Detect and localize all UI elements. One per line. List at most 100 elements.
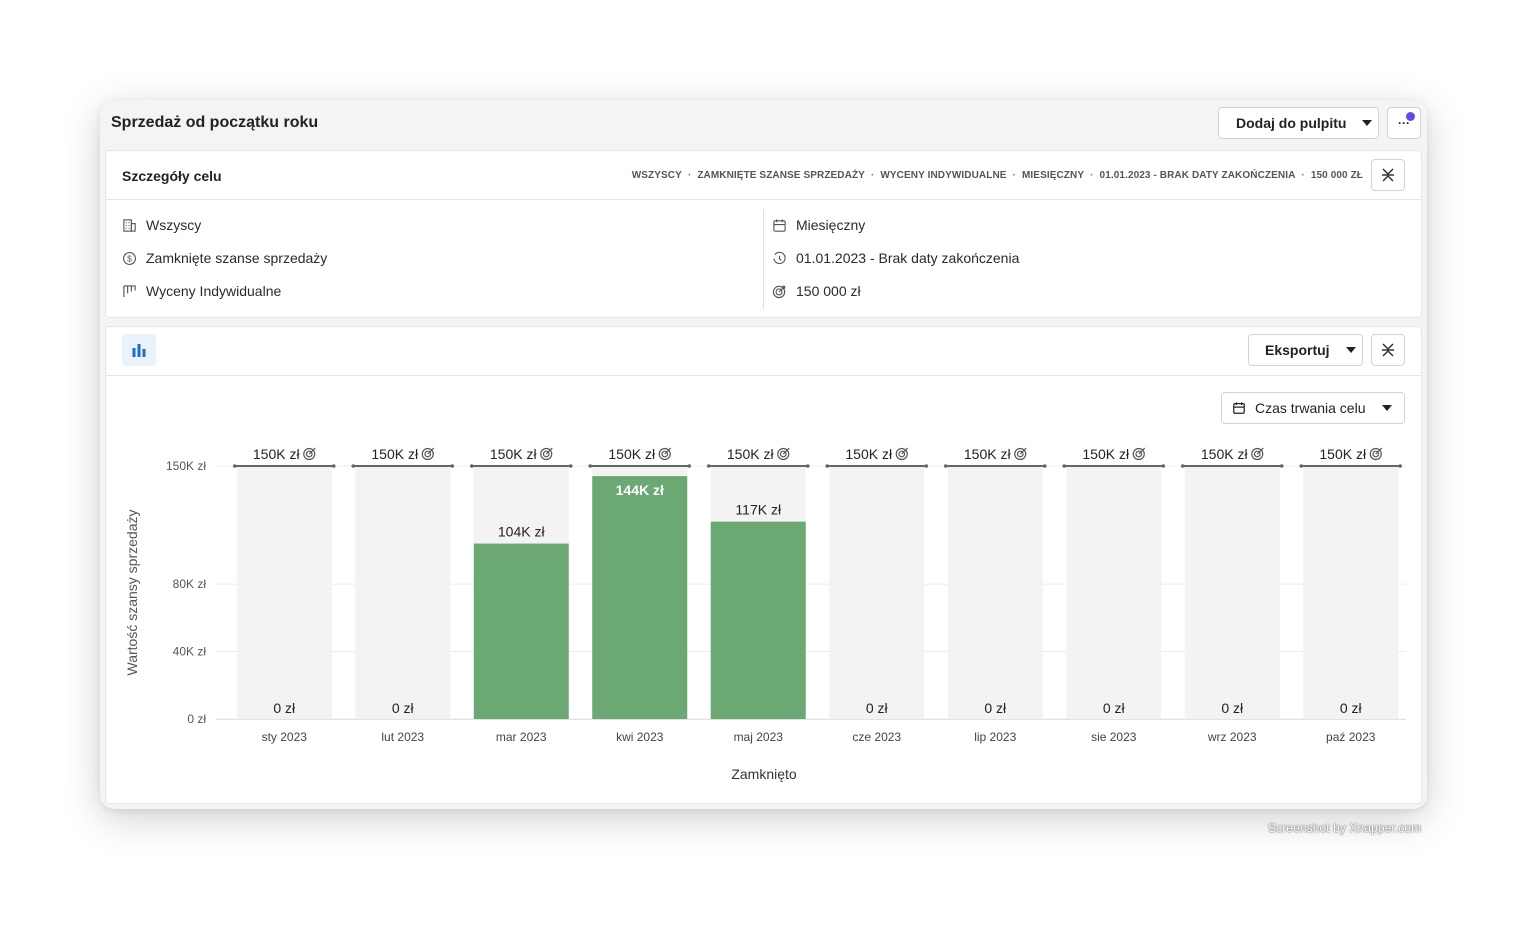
- chevron-down-icon: [1362, 120, 1373, 126]
- detail-type: $ Zamknięte szanse sprzedaży: [122, 250, 327, 266]
- bar-background: [236, 466, 332, 719]
- goal-line-cap: [1062, 464, 1067, 468]
- bar-value-label: 0 zł: [392, 700, 415, 716]
- detail-pipeline-label: Wyceny Indywidualne: [146, 283, 282, 299]
- goal-line-cap: [331, 464, 336, 468]
- goal-label: 150K zł: [1082, 446, 1130, 462]
- more-options-button[interactable]: ···: [1387, 107, 1421, 139]
- bar-background: [1066, 466, 1162, 719]
- goal-details-title: Szczegóły celu: [122, 168, 222, 184]
- summary-pipeline: WYCENY INDYWIDUALNE: [880, 170, 1007, 181]
- collapse-details-button[interactable]: [1371, 159, 1405, 191]
- pipeline-icon: [123, 284, 136, 297]
- goal-label: 150K zł: [727, 446, 775, 462]
- detail-interval: Miesięczny: [772, 217, 865, 233]
- x-axis-title: Zamknięto: [731, 766, 797, 782]
- goal-line-cap: [687, 464, 692, 468]
- period-select[interactable]: Czas trwania celu: [1221, 392, 1405, 424]
- bar-background: [829, 466, 925, 719]
- bar-value-label: 0 zł: [1340, 700, 1363, 716]
- summary-assignee: WSZYSCY: [631, 170, 682, 181]
- summary-period: 01.01.2023 - BRAK DATY ZAKOŃCZENIA: [1099, 170, 1296, 181]
- x-tick-label: kwi 2023: [616, 730, 664, 744]
- detail-assignee: Wszyscy: [122, 217, 201, 233]
- goal-line-cap: [351, 464, 356, 468]
- building-icon: [123, 218, 136, 232]
- goal-line-cap: [568, 464, 573, 468]
- x-tick-label: lip 2023: [974, 730, 1016, 744]
- goal-label: 150K zł: [964, 446, 1012, 462]
- y-tick-label: 0 zł: [187, 712, 206, 726]
- goal-line-cap: [805, 464, 810, 468]
- goal-line-cap: [924, 464, 929, 468]
- x-tick-label: maj 2023: [734, 730, 784, 744]
- bar-value-label: 0 zł: [984, 700, 1007, 716]
- add-to-dashboard-button[interactable]: Dodaj do pulpitu: [1218, 107, 1379, 139]
- export-button[interactable]: Eksportuj: [1248, 334, 1363, 366]
- bar-value-label: 0 zł: [1221, 700, 1244, 716]
- detail-target-label: 150 000 zł: [796, 283, 861, 299]
- y-tick-label: 80K zł: [173, 577, 207, 591]
- dollar-circle-icon: $: [123, 251, 136, 265]
- summary-type: ZAMKNIĘTE SZANSE SPRZEDAŻY: [697, 170, 865, 181]
- goal-label: 150K zł: [845, 446, 893, 462]
- goal-line-cap: [1161, 464, 1166, 468]
- goal-label: 150K zł: [253, 446, 301, 462]
- goal-summary: WSZYSCY · ZAMKNIĘTE SZANSE SPRZEDAŻY · WYC…: [631, 170, 1363, 181]
- bar-value-label: 0 zł: [273, 700, 296, 716]
- detail-period: 01.01.2023 - Brak daty zakończenia: [772, 250, 1019, 266]
- y-axis-title: Wartość szansy sprzedaży: [124, 510, 140, 676]
- y-tick-label: 150K zł: [166, 459, 206, 473]
- chevron-down-icon: [1345, 347, 1356, 353]
- bar: [592, 476, 688, 719]
- goal-line-cap: [588, 464, 593, 468]
- goal-line-cap: [1180, 464, 1185, 468]
- x-tick-label: wrz 2023: [1207, 730, 1257, 744]
- watermark: Screenshot by Xnapper.com: [1268, 821, 1422, 835]
- x-tick-label: cze 2023: [852, 730, 901, 744]
- goal-details-card: Szczegóły celu WSZYSCY · ZAMKNIĘTE SZANSE…: [105, 150, 1422, 318]
- sales-chart: 0 zł 40K zł 80K zł 150K zł Wartość szansy sp…: [124, 446, 1406, 782]
- goal-label: 150K zł: [371, 446, 419, 462]
- x-tick-label: sty 2023: [262, 730, 308, 744]
- bar-chart-view-button[interactable]: [122, 334, 156, 366]
- history-icon: [773, 251, 786, 264]
- detail-pipeline: Wyceny Indywidualne: [122, 283, 281, 299]
- goal-label: 150K zł: [608, 446, 656, 462]
- bar-background: [947, 466, 1043, 719]
- goal-line-cap: [943, 464, 948, 468]
- detail-interval-label: Miesięczny: [796, 217, 866, 233]
- bar-value-label: 104K zł: [498, 524, 546, 540]
- calendar-icon: [773, 218, 786, 232]
- goal-label: 150K zł: [1319, 446, 1367, 462]
- summary-target: 150 000 ZŁ: [1310, 170, 1363, 181]
- bar-value-label: 0 zł: [866, 700, 889, 716]
- bar-background: [1184, 466, 1280, 719]
- x-tick-label: paź 2023: [1326, 730, 1376, 744]
- collapse-chart-button[interactable]: [1371, 334, 1405, 366]
- calendar-icon: [1233, 402, 1245, 414]
- bar-value-label: 0 zł: [1103, 700, 1126, 716]
- goal-line-cap: [1279, 464, 1284, 468]
- bar: [473, 543, 569, 719]
- goal-label: 150K zł: [1201, 446, 1249, 462]
- export-label: Eksportuj: [1265, 342, 1330, 358]
- goal-line-cap: [469, 464, 474, 468]
- bar-value-label: 144K zł: [616, 482, 664, 498]
- x-tick-label: sie 2023: [1091, 730, 1137, 744]
- x-tick-label: lut 2023: [381, 730, 424, 744]
- page-title: Sprzedaż od początku roku: [111, 114, 319, 131]
- details-divider: [763, 209, 764, 309]
- period-select-label: Czas trwania celu: [1255, 400, 1366, 416]
- collapse-icon: [1382, 168, 1394, 182]
- bar-chart-icon: [132, 344, 146, 357]
- detail-type-label: Zamknięte szanse sprzedaży: [146, 250, 328, 266]
- x-tick-label: mar 2023: [496, 730, 547, 744]
- bar-value-label: 117K zł: [735, 502, 782, 518]
- goal-details-header: Szczegóły celu WSZYSCY · ZAMKNIĘTE SZANSE…: [106, 151, 1421, 200]
- chart-card: Eksportuj Czas trwania celu 0 zł 40K zł 80…: [105, 326, 1422, 804]
- goal-line-cap: [706, 464, 711, 468]
- notification-dot: [1406, 112, 1415, 121]
- goal-line-cap: [1299, 464, 1304, 468]
- report-window: Sprzedaż od początku roku Dodaj do pulpi…: [100, 100, 1427, 809]
